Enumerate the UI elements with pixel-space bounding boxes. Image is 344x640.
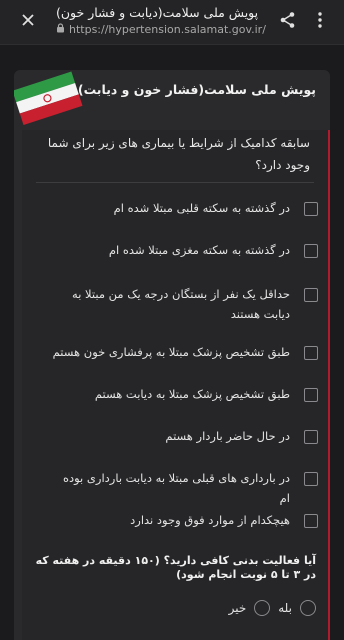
checkbox[interactable] [304,388,318,402]
radio-no[interactable]: خیر [229,600,271,616]
divider [36,182,314,183]
option-label: در گذشته به سکته قلبی مبتلا شده ام [113,201,290,215]
url-text: https://hypertension.salamat.gov.ir/ [69,23,266,36]
option-none[interactable]: هیچکدام از موارد فوق وجود ندارد [38,510,318,530]
option-diabetes[interactable]: طبق تشخیص پزشک مبتلا به دیابت هستم [38,384,318,404]
option-label: طبق تشخیص پزشک مبتلا به پرفشاری خون هستم [52,345,290,359]
page-title: پویش ملی سلامت(دیابت و فشار خون) [56,5,259,20]
close-icon[interactable] [16,8,40,32]
question-text: سابقه کدامیک از شرایط یا بیماری های زیر … [47,136,310,172]
option-label: در بارداری های قبلی مبتلا به دیابت باردا… [62,471,290,505]
share-icon[interactable] [276,8,300,32]
radio-circle[interactable] [300,600,316,616]
option-heart-attack[interactable]: در گذشته به سکته قلبی مبتلا شده ام [38,198,318,218]
option-label: در حال حاضر باردار هستم [165,429,290,443]
option-label: در گذشته به سکته مغزی مبتلا شده ام [108,243,290,257]
question2-text: آیا فعالیت بدنی کافی دارید؟ (۱۵۰ دقیقه د… [35,554,316,581]
checkbox[interactable] [304,288,318,302]
checkbox[interactable] [304,514,318,528]
option-label: هیچکدام از موارد فوق وجود ندارد [130,513,290,527]
radio-yes[interactable]: بله [278,600,316,616]
checkbox[interactable] [304,346,318,360]
option-family-diabetes[interactable]: حداقل یک نفر از بستگان درجه یک من مبتلا … [38,284,318,324]
checkbox[interactable] [304,430,318,444]
url-row: https://hypertension.salamat.gov.ir/ [56,22,266,38]
option-gestational-diabetes[interactable]: در بارداری های قبلی مبتلا به دیابت باردا… [38,468,318,508]
checkbox[interactable] [304,202,318,216]
lock-icon [56,22,65,38]
option-pregnant[interactable]: در حال حاضر باردار هستم [38,426,318,446]
more-options-icon[interactable] [308,8,332,32]
option-label: طبق تشخیص پزشک مبتلا به دیابت هستم [94,387,290,401]
page-info: پویش ملی سلامت(دیابت و فشار خون) https:/… [56,4,266,38]
checkbox[interactable] [304,472,318,486]
option-stroke[interactable]: در گذشته به سکته مغزی مبتلا شده ام [38,240,318,260]
activity-radio-group: بله خیر [190,598,316,618]
radio-no-label: خیر [228,601,247,615]
iran-flag-icon [14,70,84,136]
radio-circle[interactable] [254,600,271,616]
option-hypertension[interactable]: طبق تشخیص پزشک مبتلا به پرفشاری خون هستم [38,342,318,362]
browser-toolbar: پویش ملی سلامت(دیابت و فشار خون) https:/… [0,0,344,45]
survey-title: پویش ملی سلامت(فشار خون و دیابت) [77,82,316,97]
radio-yes-label: بله [278,601,292,615]
option-label: حداقل یک نفر از بستگان درجه یک من مبتلا … [72,287,290,321]
checkbox[interactable] [304,244,318,258]
